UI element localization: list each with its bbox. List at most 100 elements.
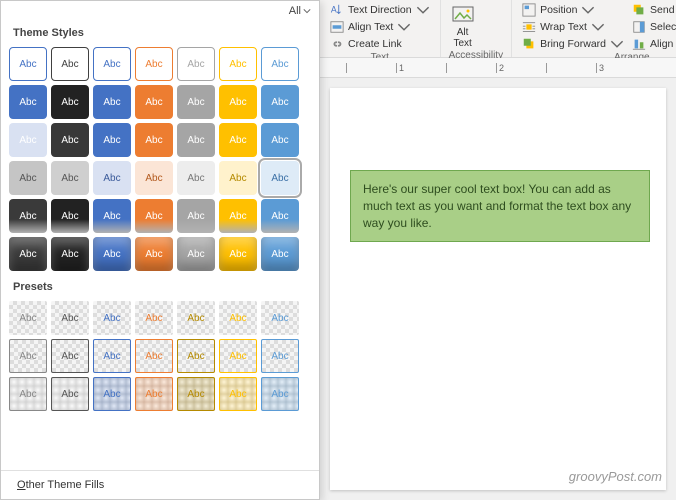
theme-style-swatch[interactable]: Abc bbox=[219, 47, 257, 81]
position-button[interactable]: Position bbox=[520, 2, 626, 18]
ruler-mark: 2 bbox=[496, 63, 544, 73]
text-direction-button[interactable]: A Text Direction bbox=[328, 2, 432, 18]
preset-swatch[interactable]: Abc bbox=[219, 301, 257, 335]
ribbon-group-arrange: Position Wrap Text Bring Forward Sen bbox=[512, 0, 676, 57]
align-text-label: Align Text bbox=[348, 21, 393, 33]
chevron-down-icon bbox=[303, 7, 311, 15]
theme-style-swatch[interactable]: Abc bbox=[261, 123, 299, 157]
theme-style-swatch[interactable]: Abc bbox=[51, 47, 89, 81]
watermark: groovyPost.com bbox=[569, 469, 662, 484]
page[interactable]: Here's our super cool text box! You can … bbox=[330, 88, 666, 490]
theme-style-swatch[interactable]: Abc bbox=[135, 161, 173, 195]
theme-style-swatch[interactable]: Abc bbox=[9, 123, 47, 157]
preset-swatch[interactable]: Abc bbox=[9, 377, 47, 411]
theme-style-swatch[interactable]: Abc bbox=[135, 199, 173, 233]
document-area[interactable]: Here's our super cool text box! You can … bbox=[320, 78, 676, 500]
preset-swatch[interactable]: Abc bbox=[177, 339, 215, 373]
bring-forward-label: Bring Forward bbox=[540, 38, 606, 50]
theme-styles-heading: Theme Styles bbox=[1, 21, 319, 43]
preset-swatch[interactable]: Abc bbox=[219, 377, 257, 411]
theme-style-swatch[interactable]: Abc bbox=[135, 237, 173, 271]
create-link-button[interactable]: Create Link bbox=[328, 36, 432, 52]
theme-style-swatch[interactable]: Abc bbox=[177, 123, 215, 157]
theme-style-swatch[interactable]: Abc bbox=[9, 199, 47, 233]
other-theme-fills-item[interactable]: Other Theme Fills bbox=[1, 470, 319, 499]
bring-forward-button[interactable]: Bring Forward bbox=[520, 36, 626, 52]
theme-style-swatch[interactable]: Abc bbox=[93, 237, 131, 271]
theme-style-swatch[interactable]: Abc bbox=[177, 47, 215, 81]
preset-swatch[interactable]: Abc bbox=[261, 301, 299, 335]
preset-swatch[interactable]: Abc bbox=[135, 377, 173, 411]
text-box[interactable]: Here's our super cool text box! You can … bbox=[350, 170, 650, 242]
theme-style-swatch[interactable]: Abc bbox=[219, 161, 257, 195]
align-button[interactable]: Align bbox=[630, 36, 676, 52]
theme-style-swatch[interactable]: Abc bbox=[261, 161, 299, 195]
preset-swatch[interactable]: Abc bbox=[261, 377, 299, 411]
preset-swatch[interactable]: Abc bbox=[51, 339, 89, 373]
preset-swatch[interactable]: Abc bbox=[9, 339, 47, 373]
theme-style-swatch[interactable]: Abc bbox=[9, 85, 47, 119]
theme-style-swatch[interactable]: Abc bbox=[219, 123, 257, 157]
preset-swatch[interactable]: Abc bbox=[51, 301, 89, 335]
theme-style-swatch[interactable]: Abc bbox=[9, 237, 47, 271]
theme-style-swatch[interactable]: Abc bbox=[261, 199, 299, 233]
theme-style-swatch[interactable]: Abc bbox=[261, 237, 299, 271]
theme-style-swatch[interactable]: Abc bbox=[93, 85, 131, 119]
theme-style-swatch[interactable]: Abc bbox=[177, 237, 215, 271]
theme-style-swatch[interactable]: Abc bbox=[51, 85, 89, 119]
theme-style-swatch[interactable]: Abc bbox=[51, 123, 89, 157]
theme-style-swatch[interactable]: Abc bbox=[219, 237, 257, 271]
horizontal-ruler[interactable]: 1 2 3 bbox=[320, 58, 676, 78]
theme-style-swatch[interactable]: Abc bbox=[93, 123, 131, 157]
theme-style-swatch[interactable]: Abc bbox=[135, 47, 173, 81]
theme-style-swatch[interactable]: Abc bbox=[177, 199, 215, 233]
preset-swatch[interactable]: Abc bbox=[135, 339, 173, 373]
selection-pane-icon bbox=[632, 20, 646, 34]
theme-style-swatch[interactable]: Abc bbox=[135, 123, 173, 157]
preset-swatch[interactable]: Abc bbox=[135, 301, 173, 335]
theme-style-swatch[interactable]: Abc bbox=[261, 85, 299, 119]
theme-style-swatch[interactable]: Abc bbox=[219, 85, 257, 119]
preset-swatch[interactable]: Abc bbox=[219, 339, 257, 373]
alt-text-icon bbox=[451, 3, 475, 27]
align-text-icon bbox=[330, 20, 344, 34]
shape-styles-dropdown: All Theme Styles AbcAbcAbcAbcAbcAbcAbcAb… bbox=[0, 0, 320, 500]
theme-style-swatch[interactable]: Abc bbox=[9, 161, 47, 195]
preset-swatch[interactable]: Abc bbox=[9, 301, 47, 335]
align-text-button[interactable]: Align Text bbox=[328, 19, 432, 35]
presets-heading: Presets bbox=[1, 275, 319, 297]
theme-style-swatch[interactable]: Abc bbox=[51, 161, 89, 195]
selection-pane-button[interactable]: Selection Pane bbox=[630, 19, 676, 35]
theme-style-swatch[interactable]: Abc bbox=[9, 47, 47, 81]
align-icon bbox=[632, 37, 646, 51]
theme-style-swatch[interactable]: Abc bbox=[135, 85, 173, 119]
theme-style-swatch[interactable]: Abc bbox=[51, 237, 89, 271]
all-filter-label: All bbox=[289, 5, 301, 17]
theme-style-swatch[interactable]: Abc bbox=[51, 199, 89, 233]
wrap-text-label: Wrap Text bbox=[540, 21, 587, 33]
theme-style-swatch[interactable]: Abc bbox=[219, 199, 257, 233]
chevron-down-icon bbox=[610, 37, 624, 51]
preset-swatch[interactable]: Abc bbox=[177, 377, 215, 411]
preset-swatch[interactable]: Abc bbox=[51, 377, 89, 411]
theme-style-swatch[interactable]: Abc bbox=[261, 47, 299, 81]
theme-style-swatch[interactable]: Abc bbox=[177, 161, 215, 195]
position-label: Position bbox=[540, 4, 577, 16]
all-filter-dropdown[interactable]: All bbox=[285, 3, 315, 19]
chevron-down-icon bbox=[591, 20, 605, 34]
preset-swatch[interactable]: Abc bbox=[93, 301, 131, 335]
preset-swatch[interactable]: Abc bbox=[93, 339, 131, 373]
ruler-mark: 1 bbox=[396, 63, 444, 73]
preset-swatch[interactable]: Abc bbox=[177, 301, 215, 335]
theme-style-swatch[interactable]: Abc bbox=[93, 199, 131, 233]
align-label: Align bbox=[650, 38, 673, 50]
alt-text-button[interactable]: Alt Text bbox=[449, 2, 477, 50]
send-backward-button[interactable]: Send Backward bbox=[630, 2, 676, 18]
preset-swatch[interactable]: Abc bbox=[261, 339, 299, 373]
ribbon-group-text: A Text Direction Align Text Create Link … bbox=[320, 0, 441, 57]
wrap-text-button[interactable]: Wrap Text bbox=[520, 19, 626, 35]
theme-style-swatch[interactable]: Abc bbox=[93, 161, 131, 195]
preset-swatch[interactable]: Abc bbox=[93, 377, 131, 411]
theme-style-swatch[interactable]: Abc bbox=[177, 85, 215, 119]
theme-style-swatch[interactable]: Abc bbox=[93, 47, 131, 81]
